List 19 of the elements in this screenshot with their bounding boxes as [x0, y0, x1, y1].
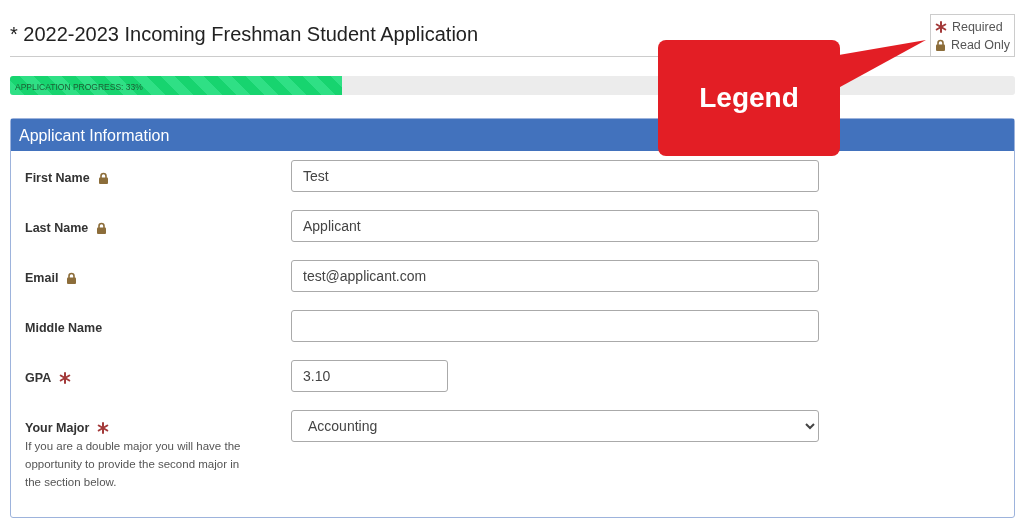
major-select[interactable]: Accounting: [291, 410, 819, 442]
field-label: First Name: [25, 171, 90, 185]
input-field[interactable]: 3.10: [291, 360, 448, 392]
legend-label: Read Only: [950, 38, 1010, 52]
progress-label: APPLICATION PROGRESS: 33%: [14, 82, 143, 92]
legend-label: Required: [951, 20, 1003, 34]
page-title: * 2022-2023 Incoming Freshman Student Application: [10, 23, 479, 46]
help-text: If you are a double major you will have the opportunity to provide the second major in the section below.: [25, 439, 242, 490]
panel-title: Applicant Information: [19, 127, 170, 144]
field-label: GPA: [25, 371, 52, 385]
input-field[interactable]: Applicant: [291, 210, 819, 242]
field-label: Email: [25, 271, 59, 285]
field-label: Your Major: [25, 421, 90, 435]
field-label: Middle Name: [25, 321, 103, 335]
field-label: Last Name: [25, 221, 89, 235]
callout-label: Legend: [699, 82, 799, 114]
input-field[interactable]: Test: [291, 160, 819, 192]
input-field[interactable]: test@applicant.com: [291, 260, 819, 292]
input-field[interactable]: [291, 310, 819, 342]
